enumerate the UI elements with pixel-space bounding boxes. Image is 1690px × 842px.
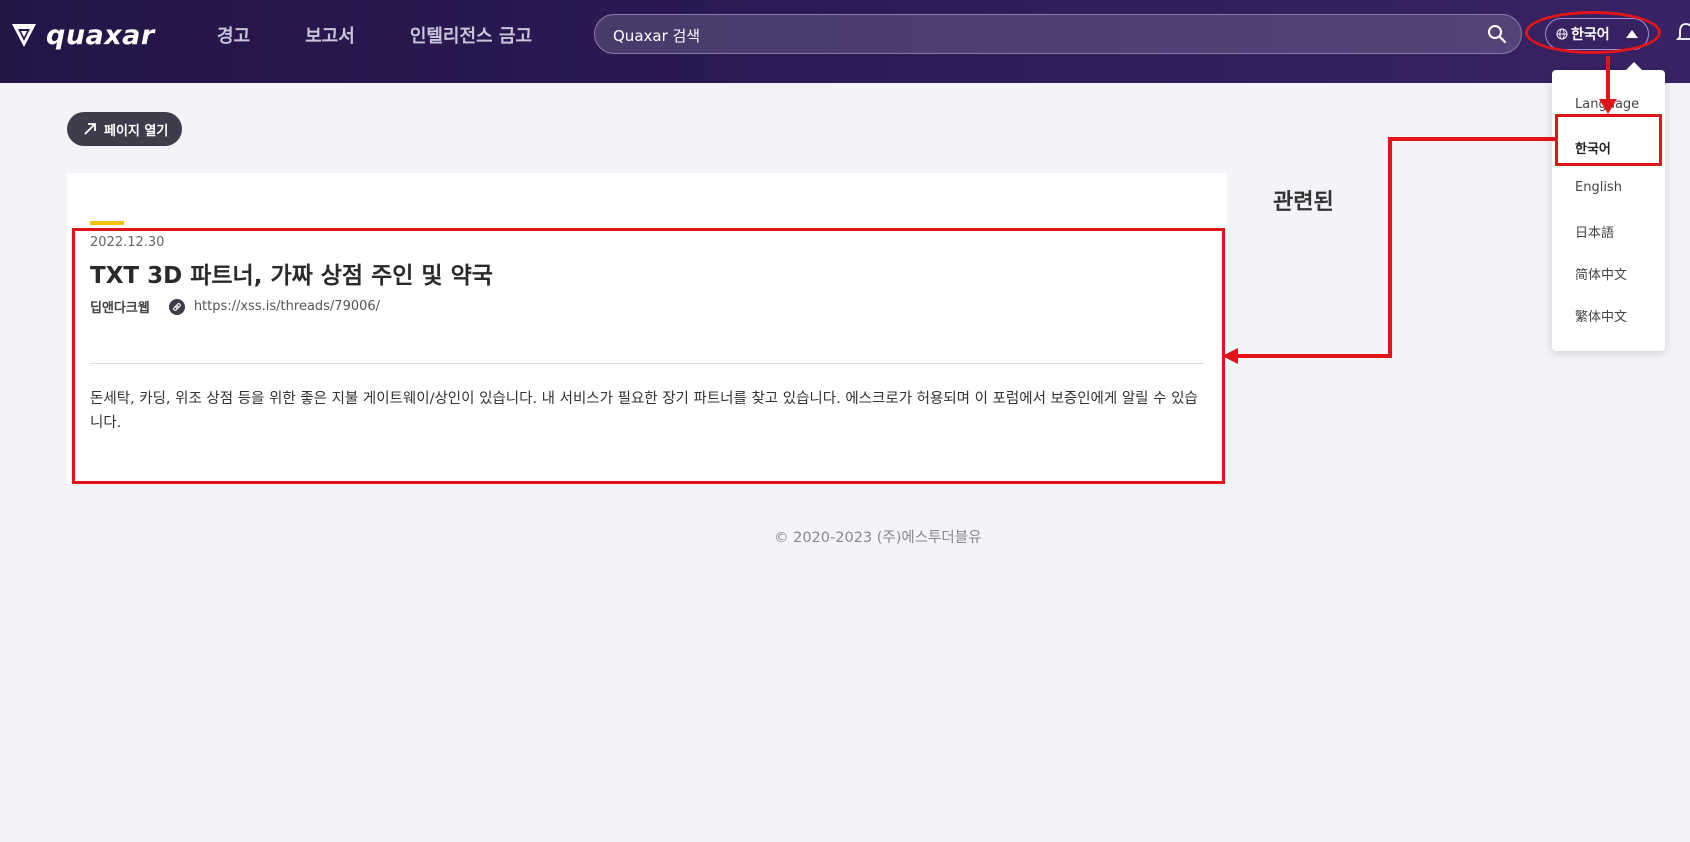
language-option-japanese[interactable]: 日本語 bbox=[1575, 222, 1614, 241]
quaxar-logo-icon bbox=[12, 24, 36, 47]
related-heading: 관련된 bbox=[1273, 190, 1334, 215]
language-option-simplified-chinese[interactable]: 简体中文 bbox=[1575, 264, 1627, 283]
language-option-traditional-chinese[interactable]: 繁体中文 bbox=[1575, 306, 1627, 325]
external-arrow-icon bbox=[84, 123, 96, 135]
open-page-button[interactable]: 페이지 열기 bbox=[67, 112, 182, 146]
search-placeholder: Quaxar 검색 bbox=[613, 27, 701, 45]
accent-bar bbox=[90, 221, 124, 225]
open-page-label: 페이지 열기 bbox=[104, 123, 169, 139]
logo-text: quaxar bbox=[46, 19, 155, 51]
language-option-english[interactable]: English bbox=[1575, 180, 1622, 195]
annotation-box-korean-option bbox=[1555, 114, 1662, 166]
footer-copyright: © 2020-2023 (주)에스투더블유 bbox=[774, 530, 982, 546]
search-icon[interactable] bbox=[1487, 24, 1507, 44]
quaxar-logo[interactable]: quaxar bbox=[10, 18, 155, 52]
dropdown-header-language: Language bbox=[1575, 97, 1640, 112]
annotation-connector-line bbox=[1236, 137, 1555, 358]
annotation-box-article bbox=[72, 228, 1225, 484]
main-nav: 경고 보고서 인텔리전스 금고 bbox=[217, 0, 587, 70]
search-input[interactable]: Quaxar 검색 bbox=[594, 14, 1522, 54]
language-dropdown-menu: Language 한국어 English 日本語 简体中文 繁体中文 bbox=[1552, 62, 1665, 351]
nav-alerts[interactable]: 경고 bbox=[217, 22, 250, 48]
nav-intelligence-vault[interactable]: 인텔리전스 금고 bbox=[410, 22, 532, 48]
nav-reports[interactable]: 보고서 bbox=[305, 22, 355, 48]
notification-bell-icon[interactable] bbox=[1676, 22, 1690, 44]
top-navigation-bar: quaxar 경고 보고서 인텔리전스 금고 Quaxar 검색 한국어 bbox=[0, 0, 1690, 83]
annotation-ellipse-language-button bbox=[1525, 11, 1661, 54]
